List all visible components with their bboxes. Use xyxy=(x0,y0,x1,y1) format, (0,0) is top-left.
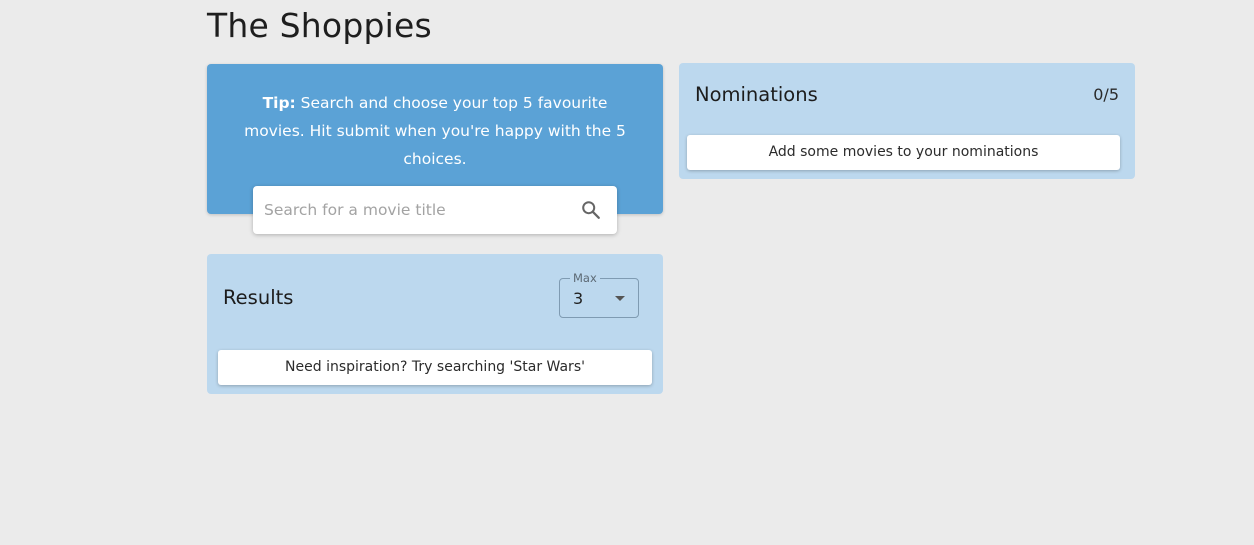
max-select-value: 3 xyxy=(573,289,584,308)
results-empty-message: Need inspiration? Try searching 'Star Wa… xyxy=(218,350,652,385)
max-select-label: Max xyxy=(570,271,600,285)
nominations-heading: Nominations xyxy=(695,83,818,106)
results-panel: Results Max 3 Need inspiration? Try sear… xyxy=(207,254,663,394)
tip-message: Search and choose your top 5 favourite m… xyxy=(244,94,626,168)
chevron-down-icon[interactable] xyxy=(615,296,625,301)
nominations-count: 0/5 xyxy=(1093,85,1119,104)
search-box xyxy=(253,186,617,234)
max-results-select[interactable]: Max 3 xyxy=(559,271,639,318)
results-heading: Results xyxy=(223,286,294,309)
search-icon[interactable] xyxy=(580,199,602,221)
tip-text: Tip: Search and choose your top 5 favour… xyxy=(231,89,639,173)
nominations-empty-message: Add some movies to your nominations xyxy=(687,135,1120,170)
search-input[interactable] xyxy=(264,196,564,224)
page-title: The Shoppies xyxy=(207,6,432,45)
tip-label: Tip: xyxy=(262,94,296,112)
nominations-panel: Nominations 0/5 Add some movies to your … xyxy=(679,63,1135,179)
